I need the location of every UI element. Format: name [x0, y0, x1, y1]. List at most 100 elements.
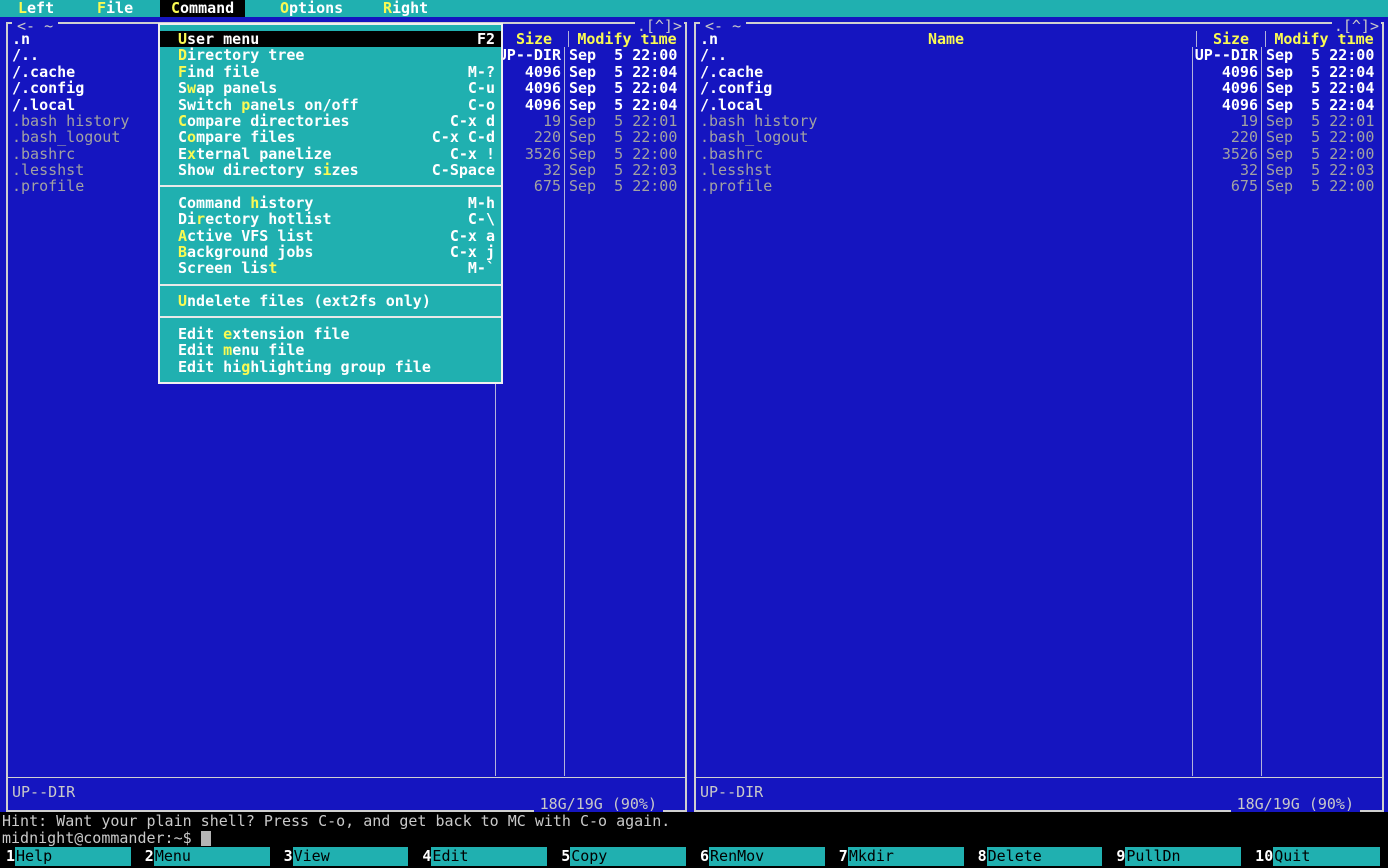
fkey-9-pulldn[interactable]: 9PullDn: [1110, 847, 1249, 866]
file-row[interactable]: .bashrc3526Sep 5 22:00: [696, 146, 1382, 162]
menu-item-screen-list[interactable]: Screen listM-`: [160, 260, 501, 276]
file-row[interactable]: .profile675Sep 5 22:00: [696, 178, 1382, 194]
file-row[interactable]: .bash_history19Sep 5 22:01: [696, 113, 1382, 129]
menu-item-shortcut: C-o: [468, 97, 495, 113]
hotkey-letter: g: [241, 358, 250, 376]
menu-item-compare-files[interactable]: Compare filesC-x C-d: [160, 129, 501, 145]
fkey-8-delete[interactable]: 8Delete: [972, 847, 1111, 866]
menu-item-edit-menu-file[interactable]: Edit menu file: [160, 342, 501, 358]
file-mtime: Sep 5 22:00: [1262, 178, 1382, 194]
menu-item-compare-directories[interactable]: Compare directoriesC-x d: [160, 113, 501, 129]
file-name: .profile: [696, 178, 1192, 194]
fkey-4-edit[interactable]: 4Edit: [416, 847, 555, 866]
left-panel-path[interactable]: <- ~: [12, 19, 58, 34]
menubar-item-file[interactable]: File: [97, 0, 133, 17]
label-segment: ommand: [180, 0, 234, 17]
fkey-1-help[interactable]: 1Help: [0, 847, 139, 866]
file-size: 32: [1192, 162, 1262, 178]
file-row[interactable]: /.local4096Sep 5 22:04: [696, 97, 1382, 113]
column-header-name[interactable]: .nName: [696, 31, 1196, 47]
command-menu-dropdown: User menuF2Directory treeFind fileM-?Swa…: [158, 23, 503, 384]
file-row[interactable]: /.config4096Sep 5 22:04: [696, 80, 1382, 96]
right-panel-path[interactable]: <- ~: [700, 19, 746, 34]
menu-item-background-jobs[interactable]: Background jobsC-x j: [160, 244, 501, 260]
menu-item-label: Switch panels on/off: [178, 97, 359, 113]
fkey-label: Edit: [431, 847, 547, 866]
menu-item-swap-panels[interactable]: Swap panelsC-u: [160, 80, 501, 96]
menu-item-shortcut: C-u: [468, 80, 495, 96]
file-row[interactable]: /..UP--DIRSep 5 22:00: [696, 47, 1382, 63]
menu-item-shortcut: M-h: [468, 195, 495, 211]
column-header-size[interactable]: Size: [499, 31, 569, 47]
fkey-number: 1: [0, 847, 15, 866]
menu-item-switch-panels-on-off[interactable]: Switch panels on/off C-o: [160, 97, 501, 113]
fkey-number: 10: [1249, 847, 1273, 866]
label-segment: eft: [27, 0, 54, 17]
left-panel-separator: [8, 777, 685, 778]
file-mtime: Sep 5 22:04: [1262, 64, 1382, 80]
file-name: .bash_history: [696, 113, 1192, 129]
menu-item-active-vfs-list[interactable]: Active VFS listC-x a: [160, 228, 501, 244]
fkey-label: Help: [15, 847, 131, 866]
file-size: 19: [495, 113, 565, 129]
menu-item-label: Undelete files (ext2fs only): [178, 293, 431, 309]
fkey-label: Quit: [1273, 847, 1380, 866]
hotkey-letter: F: [178, 63, 187, 81]
menubar-item-left[interactable]: Left: [18, 0, 54, 17]
fkey-7-mkdir[interactable]: 7Mkdir: [833, 847, 972, 866]
menu-item-directory-hotlist[interactable]: Directory hotlistC-\: [160, 211, 501, 227]
fkey-5-copy[interactable]: 5Copy: [555, 847, 694, 866]
column-header-size[interactable]: Size: [1196, 31, 1266, 47]
menu-item-edit-extension-file[interactable]: Edit extension file: [160, 326, 501, 342]
fkey-label: Mkdir: [848, 847, 964, 866]
hotkey-letter: D: [178, 46, 187, 64]
file-size: 4096: [495, 64, 565, 80]
label-segment: irectory tree: [187, 46, 304, 64]
menu-item-label: Directory tree: [178, 47, 304, 63]
label-segment: Edit: [178, 341, 223, 359]
fkey-10-quit[interactable]: 10Quit: [1249, 847, 1388, 866]
file-name: /.local: [696, 97, 1192, 113]
file-row[interactable]: .bash_logout220Sep 5 22:00: [696, 129, 1382, 145]
label-segment: ndelete files (ext2fs only): [187, 292, 431, 310]
menu-item-edit-highlighting-group-file[interactable]: Edit highlighting group file: [160, 359, 501, 375]
label-segment: E: [178, 145, 187, 163]
file-size: 19: [1192, 113, 1262, 129]
left-panel-nav-buttons[interactable]: .[^]>: [635, 19, 684, 34]
menu-item-find-file[interactable]: Find fileM-?: [160, 64, 501, 80]
label-segment: mpare files: [196, 128, 295, 146]
menu-item-show-directory-sizes[interactable]: Show directory sizesC-Space: [160, 162, 501, 178]
file-size: 675: [1192, 178, 1262, 194]
fkey-number: 8: [972, 847, 987, 866]
hotkey-letter: o: [187, 128, 196, 146]
fkey-3-view[interactable]: 3View: [278, 847, 417, 866]
fkey-6-renmov[interactable]: 6RenMov: [694, 847, 833, 866]
right-panel-nav-buttons[interactable]: .[^]>: [1332, 19, 1381, 34]
file-name: .lesshst: [696, 162, 1192, 178]
hotkey-letter: U: [178, 30, 187, 48]
shell-command-line[interactable]: midnight@commander:~$: [2, 830, 211, 846]
label-segment: Di: [178, 210, 196, 228]
menu-item-shortcut: C-x C-d: [432, 129, 495, 145]
file-size: 3526: [495, 146, 565, 162]
menubar-item-right[interactable]: Right: [383, 0, 428, 17]
menu-item-external-panelize[interactable]: External panelizeC-x !: [160, 146, 501, 162]
menu-item-directory-tree[interactable]: Directory tree: [160, 47, 501, 63]
file-row[interactable]: .lesshst32Sep 5 22:03: [696, 162, 1382, 178]
fkey-2-menu[interactable]: 2Menu: [139, 847, 278, 866]
file-mtime: Sep 5 22:04: [565, 80, 685, 96]
menu-item-command-history[interactable]: Command historyM-h: [160, 195, 501, 211]
menubar-item-command[interactable]: Command: [160, 0, 245, 17]
panels-area: <- ~ .[^]> .nNameSizeModify time/..UP--D…: [0, 17, 1388, 812]
file-size: 4096: [495, 97, 565, 113]
file-row[interactable]: /.cache4096Sep 5 22:04: [696, 64, 1382, 80]
right-panel-free-space: 18G/19G (90%): [1231, 797, 1360, 812]
file-size: 4096: [1192, 80, 1262, 96]
fkey-label: Menu: [154, 847, 270, 866]
menubar-item-options[interactable]: Options: [280, 0, 343, 17]
menu-item-user-menu[interactable]: User menuF2: [160, 31, 501, 47]
menu-separator: [160, 178, 501, 194]
hotkey-letter: r: [196, 210, 205, 228]
menu-item-shortcut: C-x j: [450, 244, 495, 260]
menu-item-undelete-files-ext2fs-only[interactable]: Undelete files (ext2fs only): [160, 293, 501, 309]
